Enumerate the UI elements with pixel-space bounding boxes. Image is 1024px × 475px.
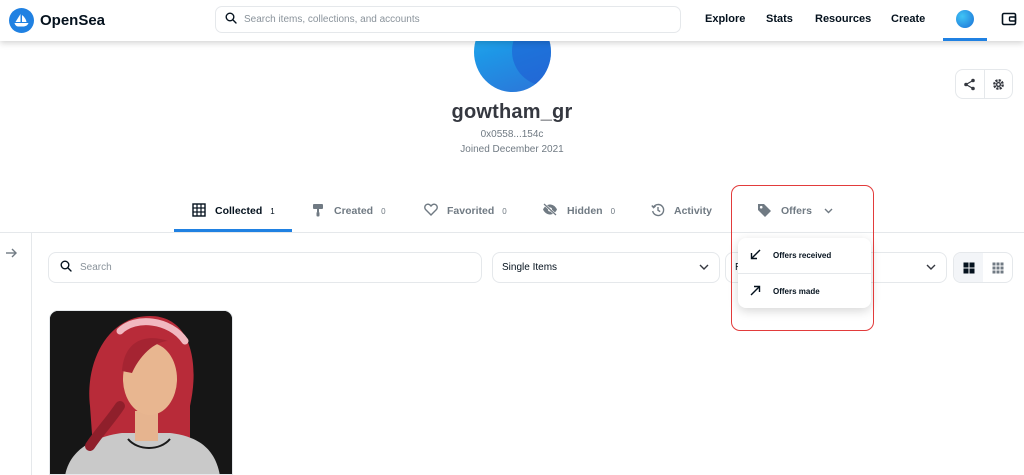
brand-name: OpenSea [40,12,106,29]
menu-item-offers-received[interactable]: Offers received [738,238,871,273]
profile-tabs: Collected 1 Created 0 Favorited 0 Hidden… [0,190,1024,233]
profile-avatar-icon [956,10,974,28]
settings-gear-icon[interactable] [983,70,1012,98]
chevron-down-icon [824,205,833,217]
eye-off-icon [542,203,558,219]
small-grid-icon[interactable] [983,253,1012,282]
tab-label: Activity [674,205,712,217]
joined-date: Joined December 2021 [460,144,564,155]
tab-collected[interactable]: Collected 1 [192,190,275,232]
tab-count: 0 [610,206,616,216]
wallet-icon[interactable] [1001,11,1017,32]
active-tab-indicator [174,229,292,232]
tab-label: Hidden [567,205,603,217]
tab-label: Favorited [447,205,495,217]
tab-activity[interactable]: Activity [651,190,712,232]
items-search-bar[interactable] [48,252,482,283]
nav-create[interactable]: Create [891,13,925,25]
nav-stats[interactable]: Stats [766,13,793,25]
tab-count: 0 [502,206,507,216]
menu-item-label: Offers received [773,251,832,260]
nav-profile[interactable] [943,0,987,41]
tab-label: Collected [215,205,263,217]
offers-dropdown-menu: Offers received Offers made [738,238,871,308]
opensea-logo[interactable]: OpenSea [9,8,105,33]
tab-hidden[interactable]: Hidden 0 [542,190,615,232]
nav-resources[interactable]: Resources [815,13,871,25]
grid-icon [192,202,206,220]
tab-count: 0 [381,206,386,216]
nft-card[interactable] [49,310,233,475]
tab-favorited[interactable]: Favorited 0 [424,190,507,232]
items-type-select[interactable]: Single Items [492,252,720,283]
top-navbar: OpenSea Explore Stats Resources Create [0,0,1024,41]
grid-size-toggle [953,252,1013,283]
heart-icon [424,203,438,219]
profile-actions [955,69,1013,99]
tab-offers[interactable]: Offers [757,190,833,232]
tab-label: Created [334,205,374,217]
share-icon[interactable] [956,70,984,98]
tab-count: 1 [270,206,275,216]
sailboat-logo-icon [9,8,34,33]
select-value: Single Items [502,262,558,273]
wallet-address[interactable]: 0x0558...154c [0,129,1024,140]
nav-explore[interactable]: Explore [705,13,745,25]
global-search-bar[interactable] [215,6,681,33]
menu-item-offers-made[interactable]: Offers made [738,273,871,308]
tag-icon [757,203,772,220]
search-icon [60,259,72,277]
search-icon [225,11,237,29]
arrow-down-left-icon [750,249,761,262]
arrow-right-icon[interactable] [5,246,18,264]
tab-created[interactable]: Created 0 [311,190,386,232]
nft-image [50,311,232,474]
tab-label: Offers [781,205,812,217]
chevron-down-icon [926,263,936,274]
paintbrush-icon [311,203,325,220]
chevron-down-icon [699,263,709,274]
items-search-input[interactable] [80,262,460,273]
arrow-up-right-icon [750,285,761,298]
global-search-input[interactable] [244,14,664,25]
menu-item-label: Offers made [773,286,820,296]
large-grid-icon[interactable] [954,253,983,282]
filter-sidebar-collapsed [0,233,32,475]
profile-username: gowtham_gr [451,101,573,123]
history-icon [651,203,665,220]
